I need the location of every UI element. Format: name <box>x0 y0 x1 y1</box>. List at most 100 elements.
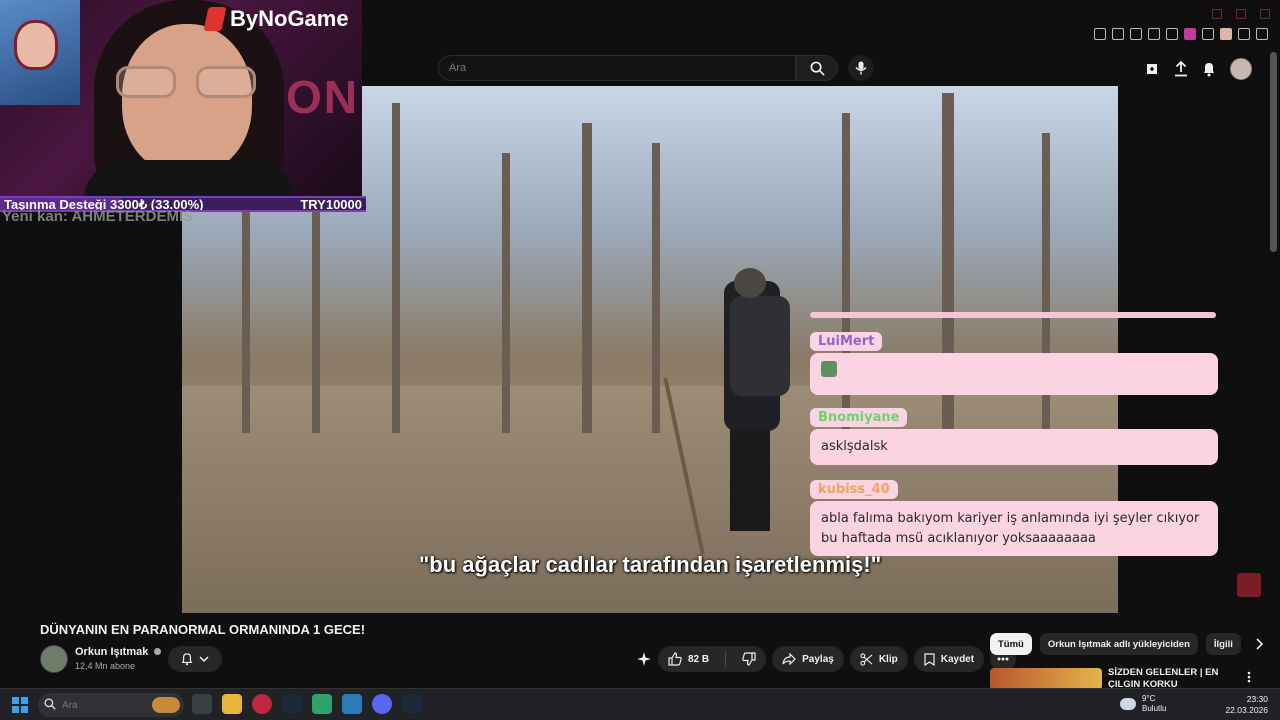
header-actions <box>1144 58 1252 80</box>
bell-icon[interactable] <box>1202 61 1216 77</box>
maximize-icon[interactable] <box>1236 9 1246 19</box>
bynogame-logo-icon <box>203 7 227 31</box>
scissors-icon <box>860 652 873 666</box>
save-button[interactable]: Kaydet <box>913 646 985 672</box>
puzzle-icon[interactable] <box>1202 28 1214 40</box>
twitch-extension-icon[interactable] <box>1184 28 1196 40</box>
hiker-backpack <box>730 296 790 396</box>
related-video-title[interactable]: SİZDEN GELENLER | EN ÇILGIN KORKU HİKAYE… <box>1108 667 1243 689</box>
chat-bubble: asklşdalsk <box>810 429 1218 465</box>
share-icon <box>782 653 796 665</box>
like-button[interactable]: 82 B <box>658 646 719 672</box>
profile-icon[interactable] <box>1220 28 1232 40</box>
shield-icon[interactable] <box>1130 28 1142 40</box>
close-icon[interactable] <box>1260 9 1270 19</box>
chat-bubble: abla falıma bakıyom kariyer iş anlamında… <box>810 501 1218 556</box>
related-filter-chips: Tümü Orkun Işıtmak adlı yükleyiciden İlg… <box>990 633 1271 655</box>
download-icon[interactable] <box>1238 28 1250 40</box>
tree-trunk <box>502 153 510 433</box>
play-icon[interactable] <box>1148 28 1160 40</box>
search-input[interactable] <box>439 56 795 80</box>
tree-trunk <box>582 123 592 433</box>
more-horizontal-icon <box>997 657 1009 661</box>
heart-icon[interactable] <box>1166 28 1178 40</box>
network-app-icon[interactable] <box>342 694 362 714</box>
chat-message: Bnomiyane asklşdalsk <box>810 406 1218 465</box>
chat-message: LuiMert <box>810 330 1218 395</box>
chat-username: kubiss_40 <box>810 480 898 499</box>
windows-start-icon[interactable] <box>12 697 28 713</box>
video-actions: 82 B Paylaş Klip Kaydet <box>636 646 1017 672</box>
chips-next-button[interactable] <box>1249 633 1271 655</box>
tab-icon[interactable] <box>1112 28 1124 40</box>
create-icon[interactable] <box>1144 61 1160 77</box>
account-avatar[interactable] <box>1230 58 1252 80</box>
like-dislike-group: 82 B <box>658 646 767 672</box>
new-member-alert: Yeni kan: AHMETERDEMIS <box>2 208 194 225</box>
chip-all[interactable]: Tümü <box>990 633 1032 655</box>
discord-icon[interactable] <box>372 694 392 714</box>
related-video-thumbnail[interactable] <box>990 668 1102 690</box>
taskbar-search[interactable] <box>38 693 184 717</box>
chevron-down-icon <box>199 656 209 663</box>
windows-taskbar: 9°C Bulutlu 23:30 22.03.2026 <box>0 688 1280 720</box>
anime-poster <box>0 0 80 105</box>
taskbar-clock[interactable]: 23:30 22.03.2026 <box>1225 694 1268 716</box>
subscribe-badge[interactable] <box>1237 573 1261 597</box>
bell-icon <box>181 653 193 666</box>
file-explorer-icon[interactable] <box>222 694 242 714</box>
more-vertical-icon <box>1247 671 1251 683</box>
voice-search-button[interactable] <box>848 55 874 81</box>
clip-button[interactable]: Klip <box>849 646 908 672</box>
chat-username: LuiMert <box>810 332 883 351</box>
share-button[interactable]: Paylaş <box>772 646 844 672</box>
youtube-header <box>362 50 1280 86</box>
steam-icon[interactable] <box>402 694 422 714</box>
upload-icon[interactable] <box>1174 61 1188 77</box>
search-highlight-icon <box>152 697 180 713</box>
cloud-icon <box>1120 697 1136 710</box>
hiker-head <box>734 268 766 298</box>
weather-widget[interactable]: 9°C Bulutlu <box>1120 694 1166 713</box>
channel-avatar[interactable] <box>40 645 68 673</box>
neon-sign: ON <box>286 71 359 123</box>
channel-name[interactable]: Orkun Işıtmak <box>75 646 162 658</box>
dislike-button[interactable] <box>732 646 766 672</box>
thumbs-up-icon <box>668 652 682 666</box>
search-box[interactable] <box>438 55 796 81</box>
emote-icon <box>821 361 837 377</box>
screen: "bu ağaçlar cadılar tarafından işaretlen… <box>0 0 1280 720</box>
page-scrollbar[interactable] <box>1270 52 1277 252</box>
stream-chat-overlay: LuiMert Bnomiyane asklşdalsk kubiss_40 a… <box>810 310 1218 560</box>
taskbar-search-input[interactable] <box>62 693 152 717</box>
bookmark-icon <box>924 652 935 666</box>
chip-related[interactable]: İlgili <box>1205 633 1241 655</box>
like-count: 82 B <box>688 653 710 665</box>
tree-trunk <box>392 103 400 433</box>
bynogame-logo: ByNoGame <box>203 6 349 32</box>
sparkle-icon[interactable] <box>636 651 652 667</box>
bookmark-icon[interactable] <box>1094 28 1106 40</box>
search-button[interactable] <box>796 55 838 81</box>
minimize-icon[interactable] <box>1212 9 1222 19</box>
streamer-webcam: ON ByNoGame <box>0 0 362 196</box>
donation-goal: TRY10000 <box>300 197 362 212</box>
related-video-more-button[interactable] <box>1247 668 1251 687</box>
opera-icon[interactable] <box>252 694 272 714</box>
steam-icon[interactable] <box>282 694 302 714</box>
subscription-bell-button[interactable] <box>168 646 222 672</box>
taskbar-apps <box>192 694 422 714</box>
search-icon <box>810 61 825 76</box>
task-view-icon[interactable] <box>192 694 212 714</box>
chat-username: Bnomiyane <box>810 408 908 427</box>
mic-icon <box>855 61 867 75</box>
chevron-right-icon <box>1256 638 1264 650</box>
app-icon[interactable] <box>312 694 332 714</box>
search-icon <box>44 698 56 710</box>
hiker-legs <box>730 421 770 531</box>
tree-trunk <box>652 143 660 433</box>
chip-from-uploader[interactable]: Orkun Işıtmak adlı yükleyiciden <box>1039 633 1198 655</box>
subscriber-count: 12,4 Mn abone <box>75 661 136 671</box>
verified-icon <box>154 648 162 655</box>
menu-icon[interactable] <box>1256 28 1268 40</box>
